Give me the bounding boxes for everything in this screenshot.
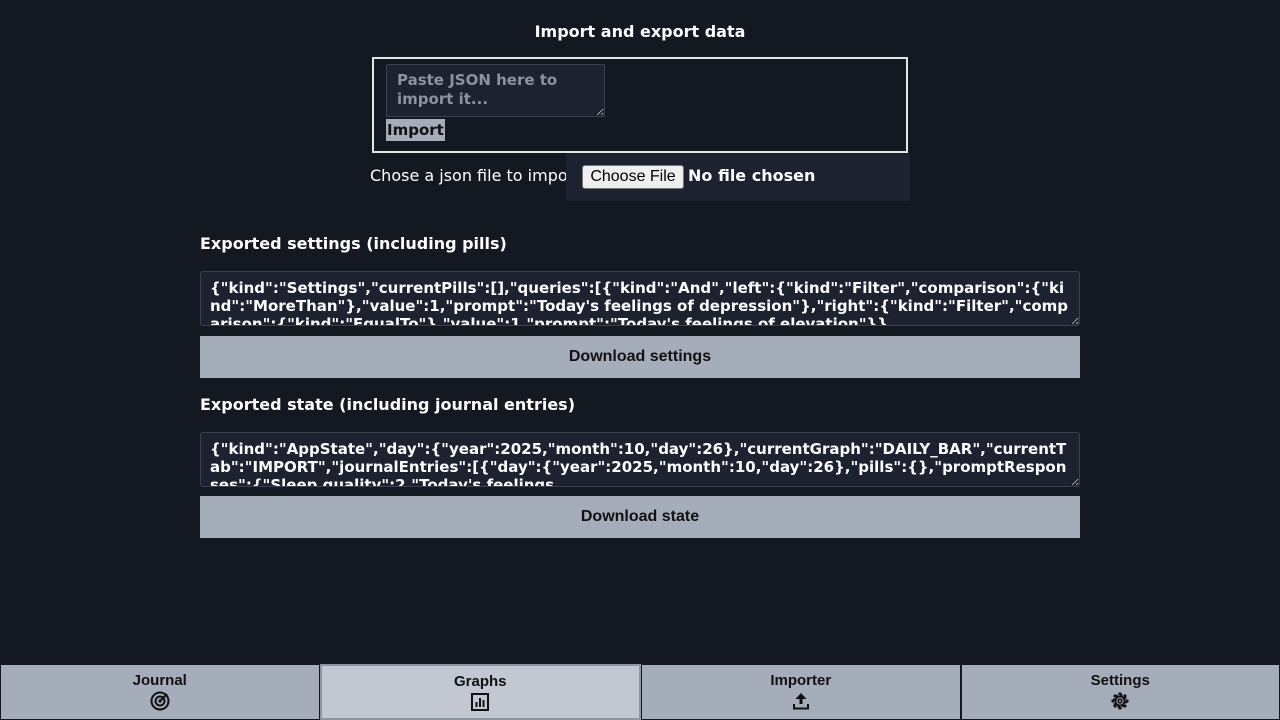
bottom-nav: Journal Graphs Importer Settings: [0, 664, 1280, 720]
tab-importer-label: Importer: [770, 672, 832, 689]
file-import-label: Chose a json file to import: [370, 166, 581, 185]
bar-chart-icon: [471, 693, 490, 711]
tab-graphs-label: Graphs: [453, 673, 507, 690]
tab-settings-label: Settings: [1090, 672, 1150, 689]
gear-icon: [1111, 692, 1129, 710]
page-title: Import and export data: [534, 22, 746, 41]
download-state-button[interactable]: Download state: [200, 496, 1080, 538]
tab-journal[interactable]: Journal: [0, 664, 320, 720]
file-status-text: No file chosen: [688, 166, 816, 185]
journal-icon: [150, 691, 170, 711]
file-input[interactable]: Choose File No file chosen: [566, 153, 910, 201]
settings-export-textarea[interactable]: {"kind":"Settings","currentPills":[],"qu…: [200, 271, 1080, 326]
tab-journal-label: Journal: [132, 672, 187, 689]
tab-graphs[interactable]: Graphs: [319, 664, 641, 720]
state-export-textarea[interactable]: {"kind":"AppState","day":{"year":2025,"m…: [200, 432, 1080, 487]
tab-importer[interactable]: Importer: [641, 664, 961, 720]
import-form: Import: [372, 57, 908, 153]
upload-icon: [792, 693, 809, 710]
choose-file-button[interactable]: Choose File: [582, 165, 684, 189]
state-export-heading: Exported state (including journal entrie…: [200, 395, 575, 414]
settings-export-heading: Exported settings (including pills): [200, 234, 507, 253]
download-settings-button[interactable]: Download settings: [200, 336, 1080, 378]
tab-settings[interactable]: Settings: [960, 664, 1280, 720]
paste-json-textarea[interactable]: [386, 64, 605, 117]
import-button[interactable]: Import: [386, 119, 445, 141]
